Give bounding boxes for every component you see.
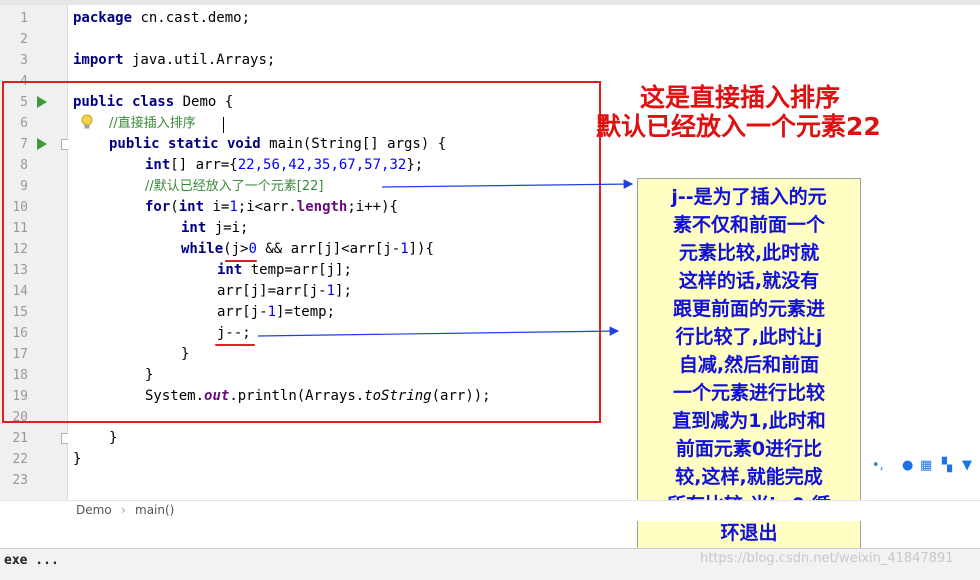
code-line-21: }	[109, 428, 117, 449]
grid-icon[interactable]: ▚	[942, 458, 952, 473]
ime-toolbar[interactable]: •, ● ▦ ▚ ▼	[872, 456, 980, 478]
line-number: 2	[20, 32, 28, 47]
code-text: }	[109, 430, 118, 446]
note-line: 跟更前面的元素进	[672, 298, 825, 320]
code-line-1: package cn.cast.demo;	[73, 8, 250, 29]
underline-mark	[215, 344, 255, 346]
code-text: }	[73, 451, 82, 467]
breadcrumb-method[interactable]: main()	[135, 503, 174, 517]
keyword: package	[73, 10, 133, 26]
code-line-22: }	[73, 449, 81, 470]
line-number: 1	[20, 11, 28, 26]
note-line: 环退出	[720, 522, 778, 544]
note-line: 这样的话,就没有	[678, 270, 820, 292]
line-number: 3	[20, 53, 28, 68]
note-line: j--是为了插入的元	[671, 186, 827, 208]
breadcrumb: Demo › main()	[0, 500, 980, 521]
note-line: 前面元素0进行比	[675, 438, 823, 460]
underline-mark	[225, 260, 257, 262]
code-line-3: import java.util.Arrays;	[73, 50, 275, 71]
breadcrumb-separator: ›	[121, 503, 126, 517]
note-line: 元素比较,此时就	[678, 242, 820, 264]
keyboard-icon[interactable]: ▦	[920, 458, 932, 473]
line-number: 22	[12, 452, 28, 467]
highlight-box	[2, 81, 601, 423]
keyword: import	[73, 52, 124, 68]
note-line: 较,这样,就能完成	[675, 466, 823, 488]
note-line: 行比较了,此时让j	[675, 326, 823, 348]
line-number: 21	[12, 431, 28, 446]
annotation-subtitle: 默认已经放入一个元素22	[596, 112, 881, 141]
note-line: 素不仅和前面一个	[672, 214, 825, 236]
note-line: 一个元素进行比较	[672, 382, 825, 404]
watermark: https://blog.csdn.net/weixin_41847891	[700, 551, 954, 566]
code-text: java.util.Arrays;	[123, 52, 276, 68]
code-text: cn.cast.demo;	[132, 10, 251, 26]
note-line: 自减,然后和前面	[678, 354, 820, 376]
dot-icon[interactable]: •,	[872, 458, 884, 473]
microphone-icon[interactable]: ●	[902, 458, 913, 473]
run-status-label[interactable]: exe ...	[4, 553, 59, 568]
line-number: 23	[12, 473, 28, 488]
shirt-icon[interactable]: ▼	[962, 458, 972, 473]
note-line: 直到减为1,此时和	[672, 410, 826, 432]
breadcrumb-class[interactable]: Demo	[76, 503, 112, 517]
